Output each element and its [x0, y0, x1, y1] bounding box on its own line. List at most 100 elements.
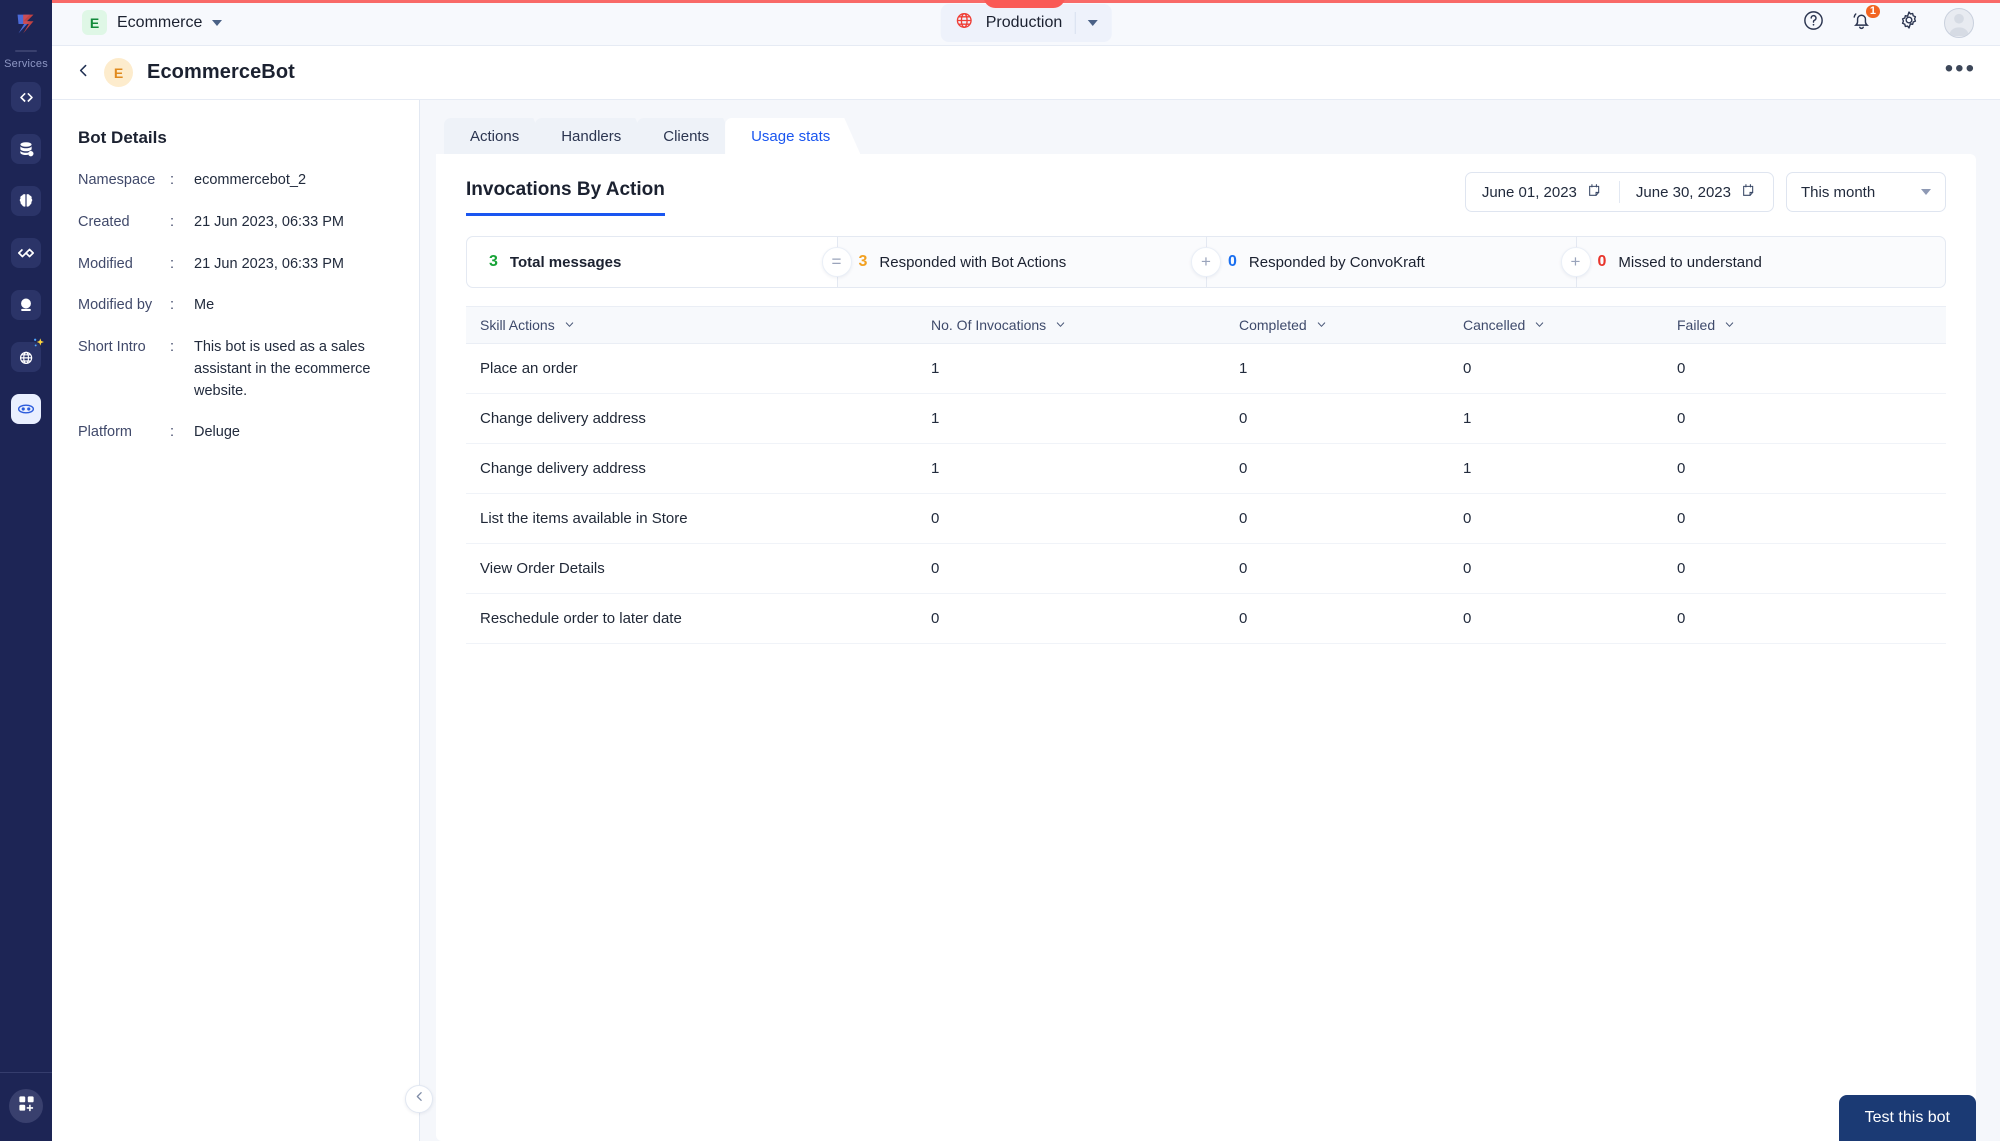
back-button[interactable] [68, 58, 98, 88]
tab-actions[interactable]: Actions [444, 118, 549, 154]
date-to-field[interactable]: June 30, 2023 [1620, 182, 1773, 202]
cell-skill-action: List the items available in Store [480, 510, 688, 527]
column-label: Skill Actions [480, 317, 555, 333]
sidebar-item-convokraft[interactable] [11, 338, 44, 372]
detail-label: Namespace [78, 172, 156, 188]
collapse-details-button[interactable] [405, 1085, 433, 1113]
column-header-failed[interactable]: Failed [1677, 317, 1946, 333]
column-label: Failed [1677, 317, 1716, 333]
chevron-down-icon [1055, 317, 1066, 333]
detail-label: Platform [78, 424, 132, 441]
tab-usage-stats[interactable]: Usage stats [725, 118, 860, 154]
stat-responded-bot-actions: 3 Responded with Bot Actions + [836, 237, 1221, 287]
column-header-cancelled[interactable]: Cancelled [1463, 317, 1677, 333]
infinity-icon [16, 243, 36, 263]
cell-completed: 1 [1239, 360, 1248, 377]
column-header-no-of-invocations[interactable]: No. Of Invocations [931, 317, 1239, 333]
sidebar-item-functions[interactable] [11, 82, 41, 112]
column-header-completed[interactable]: Completed [1239, 317, 1463, 333]
sidebar-item-datastore[interactable] [11, 134, 41, 164]
column-header-skill-actions[interactable]: Skill Actions [466, 317, 931, 333]
cell-cancelled: 0 [1463, 360, 1472, 377]
detail-colon: : [170, 255, 175, 272]
panel-header-controls: June 01, 2023 June 30, 2023 This month [1464, 172, 1946, 222]
tab-handlers[interactable]: Handlers [535, 118, 651, 154]
code-icon [18, 89, 35, 106]
detail-value: ecommercebot_2 [194, 172, 307, 188]
page-title: EcommerceBot [147, 61, 295, 83]
more-options-button[interactable]: ••• [1945, 56, 1976, 82]
sidebar-item-predictions[interactable] [11, 290, 41, 320]
stats-summary-bar: 3 Total messages = 3 Responded with Bot … [466, 236, 1946, 288]
cell-failed: 0 [1677, 410, 1686, 427]
page-body: Bot Details Namespace : ecommercebot_2 C… [52, 100, 2000, 1141]
table-row[interactable]: List the items available in Store 0 0 0 … [466, 494, 1946, 544]
cell-cancelled: 0 [1463, 610, 1472, 627]
cell-completed: 0 [1239, 410, 1248, 427]
chevron-down-icon [564, 317, 575, 333]
cell-invocations: 0 [931, 510, 940, 527]
sidebar-item-ai[interactable] [11, 186, 41, 216]
detail-colon: : [170, 424, 175, 441]
test-this-bot-button[interactable]: Test this bot [1838, 1095, 1976, 1141]
detail-row-platform: Platform : Deluge [78, 422, 395, 444]
table-row[interactable]: Change delivery address 1 0 1 0 [466, 394, 1946, 444]
table-row[interactable]: Place an order 1 1 0 0 [466, 344, 1946, 394]
date-range-picker: June 01, 2023 June 30, 2023 [1464, 172, 1774, 212]
cell-failed: 0 [1677, 460, 1686, 477]
rail-divider [15, 50, 37, 52]
help-button[interactable] [1800, 10, 1826, 36]
environment-selector[interactable]: Production [940, 3, 1112, 42]
column-label: Cancelled [1463, 317, 1526, 333]
table-row[interactable]: Reschedule order to later date 0 0 0 0 [466, 594, 1946, 644]
user-avatar[interactable] [1944, 7, 1974, 38]
notifications-button[interactable]: 1 [1848, 2, 1882, 36]
chevron-left-icon [413, 1090, 426, 1108]
cell-skill-action: Change delivery address [480, 460, 646, 477]
detail-colon: : [170, 172, 175, 188]
calendar-icon [1741, 182, 1757, 202]
detail-colon: : [170, 297, 175, 314]
cell-cancelled: 1 [1463, 410, 1472, 427]
detail-value: 21 Jun 2023, 06:33 PM [194, 255, 344, 272]
column-label: Completed [1239, 317, 1307, 333]
detail-label: Modified [78, 255, 133, 272]
cell-invocations: 1 [931, 360, 940, 377]
cell-cancelled: 0 [1463, 510, 1472, 527]
settings-button[interactable] [1896, 10, 1922, 36]
tab-clients[interactable]: Clients [637, 118, 739, 154]
usage-stats-panel: Invocations By Action June 01, 2023 June… [436, 154, 1976, 1141]
range-preset-select[interactable]: This month [1786, 172, 1946, 212]
table-row[interactable]: View Order Details 0 0 0 0 [466, 544, 1946, 594]
apps-grid-add-button[interactable] [9, 1089, 43, 1123]
cell-completed: 0 [1239, 460, 1248, 477]
cell-failed: 0 [1677, 510, 1686, 527]
date-from-field[interactable]: June 01, 2023 [1466, 182, 1619, 202]
chevron-down-icon [1087, 19, 1098, 26]
equals-badge: = [821, 247, 852, 277]
chevron-down-icon [1534, 317, 1545, 333]
sidebar-item-integrations[interactable] [11, 238, 41, 268]
database-icon [17, 140, 35, 158]
sidebar-item-bots[interactable] [11, 394, 41, 424]
workspace-switcher[interactable]: E Ecommerce [82, 10, 223, 35]
chevron-left-icon [75, 62, 92, 84]
table-row[interactable]: Change delivery address 1 0 1 0 [466, 444, 1946, 494]
bot-details-panel: Bot Details Namespace : ecommercebot_2 C… [52, 100, 433, 1141]
panel-title: Invocations By Action [466, 179, 665, 216]
detail-value: 21 Jun 2023, 06:33 PM [194, 213, 344, 230]
cell-invocations: 0 [931, 610, 940, 627]
environment-name: Production [985, 13, 1063, 31]
cell-completed: 0 [1239, 560, 1248, 577]
stat-value: 0 [1228, 253, 1237, 270]
app-logo[interactable] [0, 2, 52, 46]
cell-cancelled: 0 [1463, 560, 1472, 577]
detail-row-modified-by: Modified by : Me [78, 295, 395, 317]
stat-label: Missed to understand [1618, 253, 1762, 271]
cell-skill-action: Reschedule order to later date [480, 610, 682, 627]
chevron-down-icon [1921, 189, 1931, 195]
detail-value: Me [194, 297, 215, 314]
app-root: Services E Ecommerce Production 1 E Ecom… [0, 0, 2000, 1141]
sparkle-icon [32, 337, 46, 351]
cell-invocations: 1 [931, 460, 940, 477]
